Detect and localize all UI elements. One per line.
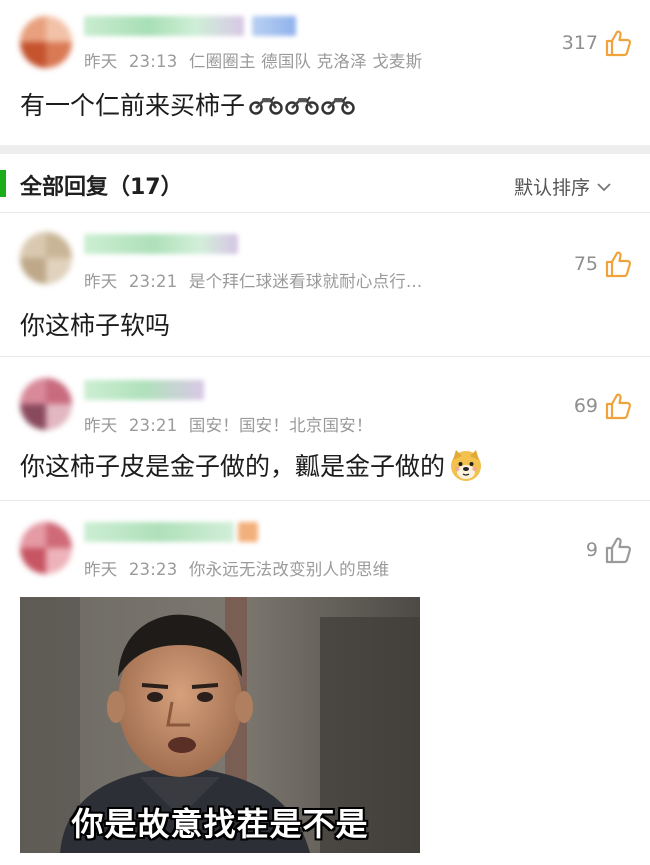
comment-tagline: 国安！国安！北京国安！	[188, 416, 373, 435]
sort-dropdown[interactable]: 默认排序	[514, 173, 612, 200]
post-meta: 昨天 23:13 仁圈圈主 德国队 克洛泽 戈麦斯	[84, 48, 422, 72]
section-separator	[0, 145, 650, 154]
replies-header: 全部回复（17） 默认排序	[0, 154, 650, 212]
comment-like-count: 75	[573, 253, 598, 275]
comment-avatar[interactable]	[20, 522, 72, 574]
comment-date: 昨天	[84, 416, 118, 435]
post-body: 有一个仁前来买柿子	[20, 86, 355, 122]
post-tags: 仁圈圈主 德国队 克洛泽 戈麦斯	[188, 52, 423, 71]
comment-like-count: 69	[573, 395, 598, 417]
post-like-button[interactable]: 317	[562, 27, 632, 59]
comment-text: 你这柿子皮是金子做的，瓤是金子做的	[20, 452, 446, 481]
motorcycle-icon	[249, 96, 283, 115]
post-date: 昨天	[84, 52, 118, 71]
comment-date: 昨天	[84, 272, 118, 291]
comment-avatar[interactable]	[20, 378, 72, 430]
divider	[0, 212, 650, 213]
divider	[0, 500, 650, 501]
comment-body: 你这柿子皮是金子做的，瓤是金子做的	[20, 447, 483, 483]
post-author-avatar[interactable]	[20, 16, 72, 68]
comment-text: 你这柿子软吗	[20, 311, 171, 340]
post-author-badge	[252, 16, 296, 36]
comment-date: 昨天	[84, 560, 118, 579]
divider	[0, 356, 650, 357]
comment-meta: 昨天 23:21 是个拜仁球迷看球就耐心点行...	[84, 268, 422, 292]
chevron-down-icon	[596, 176, 612, 198]
replies-title: 全部回复（17）	[20, 175, 183, 200]
post-text: 有一个仁前来买柿子	[20, 91, 246, 120]
motorcycle-icon	[285, 96, 319, 115]
post-time: 23:13	[128, 52, 178, 71]
comment-like-button[interactable]: 9	[586, 534, 632, 566]
comment-time: 23:21	[128, 272, 178, 291]
comment-tagline: 你永远无法改变别人的思维	[188, 560, 390, 579]
comment-meta: 昨天 23:21 国安！国安！北京国安！	[84, 412, 373, 436]
meme-caption: 你是故意找茬是不是	[71, 805, 369, 843]
post-author-name[interactable]	[84, 16, 244, 36]
motorcycle-icon	[321, 96, 355, 115]
comment-author-name[interactable]	[84, 380, 204, 400]
doge-emoji-icon	[451, 450, 482, 481]
comment-image[interactable]: 你是故意找茬是不是	[20, 597, 420, 853]
motorcycle-emoji-group	[247, 93, 355, 115]
comment-time: 23:23	[128, 560, 178, 579]
header-accent-bar	[0, 170, 6, 197]
comment-body: 你这柿子软吗	[20, 306, 170, 342]
comment-author-name[interactable]	[84, 234, 238, 254]
comment-like-count: 9	[585, 539, 598, 561]
comment-time: 23:21	[128, 416, 178, 435]
thumbs-up-icon	[604, 536, 632, 564]
comment-like-button[interactable]: 75	[574, 248, 632, 280]
comment-avatar[interactable]	[20, 232, 72, 284]
thumbs-up-icon	[604, 29, 632, 57]
comment-tagline: 是个拜仁球迷看球就耐心点行...	[188, 272, 423, 291]
comment-like-button[interactable]: 69	[574, 390, 632, 422]
comment-meta: 昨天 23:23 你永远无法改变别人的思维	[84, 556, 389, 580]
comment-author-badge	[238, 522, 258, 542]
post-like-count: 317	[561, 32, 598, 54]
thumbs-up-icon	[604, 392, 632, 420]
sort-label: 默认排序	[513, 177, 590, 199]
comment-author-name[interactable]	[84, 522, 234, 542]
thumbs-up-icon	[604, 250, 632, 278]
